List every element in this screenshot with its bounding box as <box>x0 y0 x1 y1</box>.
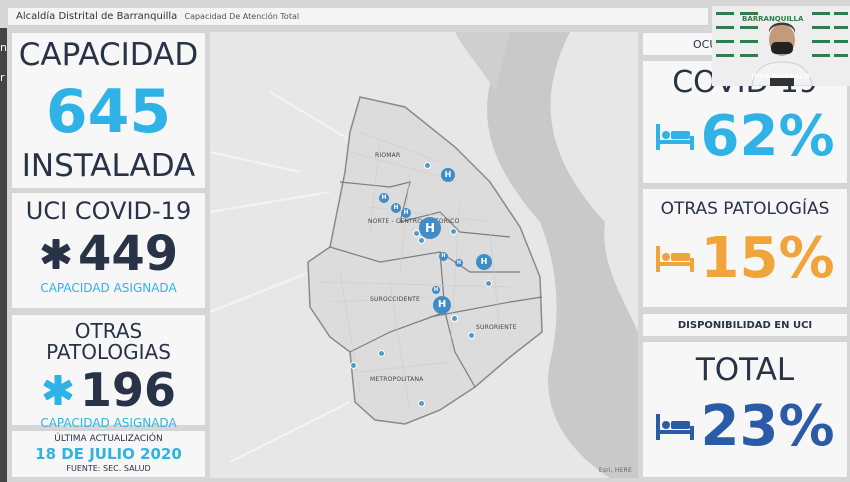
map-label-norte: NORTE - CENTRO HISTORICO <box>368 218 460 225</box>
covid-occupancy-value: 62% <box>700 103 835 169</box>
otras-occupancy-value: 15% <box>700 225 835 291</box>
update-panel: ÚLTIMA ACTUALIZACIÓN 18 DE JULIO 2020 FU… <box>11 430 206 478</box>
clinic-marker[interactable] <box>418 237 425 244</box>
capacidad-heading: CAPACIDAD <box>18 37 199 73</box>
left-window-strip: n r <box>0 28 7 482</box>
otras-occupancy-panel: OTRAS PATOLOGÍAS 15% <box>642 188 848 308</box>
capacidad-value: 645 <box>45 76 172 147</box>
clinic-marker[interactable] <box>418 400 425 407</box>
total-availability-value: 23% <box>700 393 835 459</box>
otras-caption: CAPACIDAD ASIGNADA <box>40 416 177 430</box>
header-subtitle: Capacidad De Atención Total <box>184 12 300 21</box>
webcam-banner-text: BARRANQUILLA <box>742 15 804 23</box>
update-source: FUENTE: SEC. SALUD <box>66 464 151 473</box>
hospital-bed-icon <box>656 245 695 272</box>
hospital-marker[interactable]: H <box>439 252 448 261</box>
map-label-suroriente: SURORIENTE <box>476 324 517 331</box>
uci-covid-panel: UCI COVID-19 449 CAPACIDAD ASIGNADA <box>11 192 206 309</box>
total-availability-panel: TOTAL 23% <box>642 341 848 478</box>
map-label-riomar: RIOMAR <box>375 152 401 159</box>
clinic-marker[interactable] <box>451 315 458 322</box>
header-bar: Alcaldía Distrital de Barranquilla Capac… <box>8 8 708 26</box>
medical-star-icon <box>41 239 71 270</box>
clinic-marker[interactable] <box>485 280 492 287</box>
clinic-marker[interactable] <box>378 350 385 357</box>
hospital-marker[interactable]: H <box>455 259 463 267</box>
uci-covid-caption: CAPACIDAD ASIGNADA <box>40 281 177 296</box>
hospital-marker[interactable]: H <box>419 217 441 239</box>
clinic-marker[interactable] <box>424 162 431 169</box>
hospital-bed-icon <box>656 123 695 150</box>
map-label-metropolitana: METROPOLITANA <box>370 376 424 383</box>
clinic-marker[interactable] <box>413 230 420 237</box>
otras-heading: OTRAS PATOLOGIAS <box>46 319 171 364</box>
map-label-suroccidente: SUROCCIDENTE <box>370 296 420 303</box>
uci-covid-value: 449 <box>77 226 179 283</box>
hospital-marker[interactable]: H <box>401 208 411 218</box>
header-title: Alcaldía Distrital de Barranquilla <box>16 11 178 22</box>
hospital-marker[interactable]: H <box>433 296 451 314</box>
update-date: 18 DE JULIO 2020 <box>35 445 182 463</box>
hospital-marker[interactable]: H <box>379 193 389 203</box>
map-attribution: Esri, HERE <box>598 467 632 474</box>
clinic-marker[interactable] <box>468 332 475 339</box>
disponibilidad-header-label: DISPONIBILIDAD EN UCI <box>677 320 813 331</box>
map-canvas <box>210 32 638 478</box>
city-map[interactable]: RIOMAR NORTE - CENTRO HISTORICO SUROCCID… <box>210 32 638 478</box>
clinic-marker[interactable] <box>450 228 457 235</box>
hospital-marker[interactable]: H <box>391 203 401 213</box>
otras-occupancy-heading: OTRAS PATOLOGÍAS <box>660 199 830 219</box>
webcam-overlay: BARRANQUILLA JUAN ALVARADO <box>712 6 850 86</box>
hospital-marker[interactable]: H <box>432 286 440 294</box>
total-availability-heading: TOTAL <box>695 352 795 388</box>
capacidad-panel: CAPACIDAD 645 INSTALADA <box>11 32 206 189</box>
hospital-bed-icon <box>656 413 695 440</box>
medical-star-icon <box>43 375 73 405</box>
capacidad-caption: INSTALADA <box>21 147 196 184</box>
webcam-person-name: JUAN ALVARADO <box>751 73 811 80</box>
disponibilidad-header: DISPONIBILIDAD EN UCI <box>642 313 848 337</box>
otras-value: 196 <box>80 363 177 417</box>
uci-covid-heading: UCI COVID-19 <box>25 197 192 225</box>
clinic-marker[interactable] <box>350 362 357 369</box>
update-label: ÚLTIMA ACTUALIZACIÓN <box>54 434 163 444</box>
hospital-marker[interactable]: H <box>476 254 492 270</box>
otras-panel: OTRAS PATOLOGIAS 196 CAPACIDAD ASIGNADA <box>11 314 206 429</box>
hospital-marker[interactable]: H <box>441 168 455 182</box>
